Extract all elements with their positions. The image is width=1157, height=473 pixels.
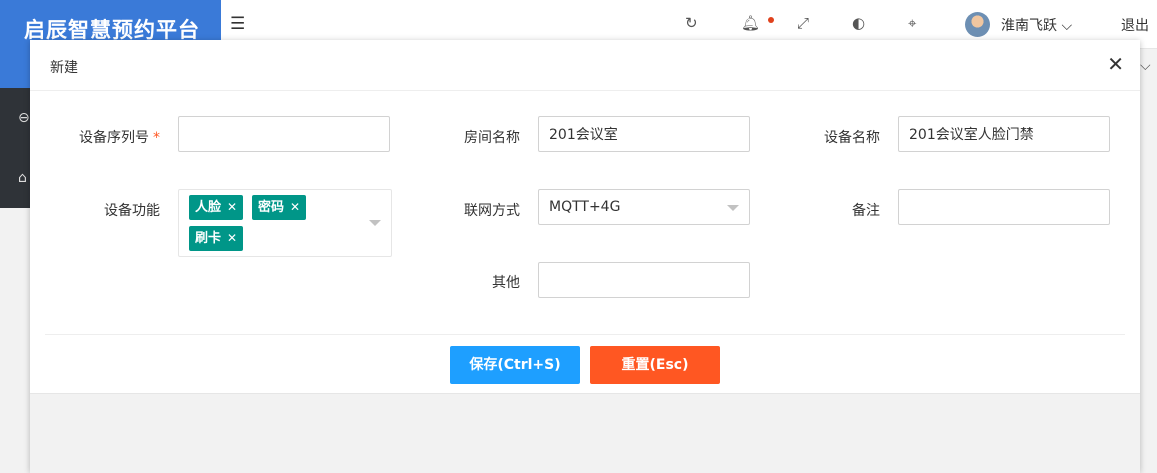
home-icon[interactable]: ⌂	[18, 170, 27, 186]
dialog-title: 新建	[50, 60, 78, 76]
new-device-dialog: 新建 ✕ 设备序列号* 房间名称 设备名称 设备功能 人脸✕ 密码✕ 刷卡✕ 联…	[30, 40, 1140, 473]
dropdown-caret-icon	[369, 220, 381, 226]
sidebar-item-icon[interactable]: ⊖	[18, 110, 30, 126]
functions-multiselect[interactable]: 人脸 ✕ 密码 ✕ 刷卡 ✕	[178, 189, 392, 257]
logout-link[interactable]: 退出	[1121, 15, 1149, 35]
functions-label: 设备功能	[104, 203, 160, 219]
dialog-footer-area	[30, 393, 1140, 473]
tag-remove-icon[interactable]: ✕	[227, 231, 237, 245]
avatar[interactable]	[965, 12, 990, 37]
notification-dot	[768, 17, 774, 23]
tag-remove-icon[interactable]: ✕	[227, 200, 237, 214]
device-name-label: 设备名称	[824, 130, 880, 146]
refresh-icon[interactable]: ↻	[685, 14, 698, 32]
tag-icon[interactable]: ⌖	[908, 14, 916, 32]
device-name-input[interactable]	[898, 116, 1110, 152]
tabs-chevron-icon[interactable]: ⌵	[1140, 58, 1151, 74]
room-label: 房间名称	[464, 130, 520, 146]
bell-icon[interactable]: 🔔︎	[741, 14, 760, 32]
required-mark: *	[153, 130, 160, 146]
other-input[interactable]	[538, 262, 750, 298]
close-icon[interactable]: ✕	[1107, 52, 1124, 76]
tag-face: 人脸 ✕	[189, 195, 244, 220]
tag-password: 密码 ✕	[252, 195, 307, 220]
chevron-down-icon: ⌵	[1057, 18, 1073, 34]
fullscreen-icon[interactable]: ⤢	[797, 14, 809, 32]
remark-input[interactable]	[898, 189, 1110, 225]
network-select[interactable]: MQTT+4G	[538, 189, 750, 225]
network-label: 联网方式	[464, 203, 520, 219]
tag-card: 刷卡 ✕	[189, 226, 244, 251]
serial-input[interactable]	[178, 116, 390, 152]
room-input[interactable]	[538, 116, 750, 152]
sidebar: ⊖ ⌂	[0, 88, 30, 208]
reset-button[interactable]: 重置(Esc)	[590, 346, 720, 384]
menu-toggle-icon[interactable]: ☰	[230, 14, 245, 34]
dropdown-caret-icon	[727, 205, 739, 211]
tag-remove-icon[interactable]: ✕	[290, 200, 300, 214]
divider	[45, 334, 1125, 335]
remark-label: 备注	[852, 203, 880, 219]
theme-icon[interactable]: ◐	[852, 14, 865, 32]
dialog-header: 新建 ✕	[30, 40, 1140, 91]
other-label: 其他	[492, 275, 520, 291]
serial-label: 设备序列号 *	[79, 130, 160, 146]
save-button[interactable]: 保存(Ctrl+S)	[450, 346, 580, 384]
user-name[interactable]: 淮南飞跃 ⌵	[1001, 15, 1072, 35]
